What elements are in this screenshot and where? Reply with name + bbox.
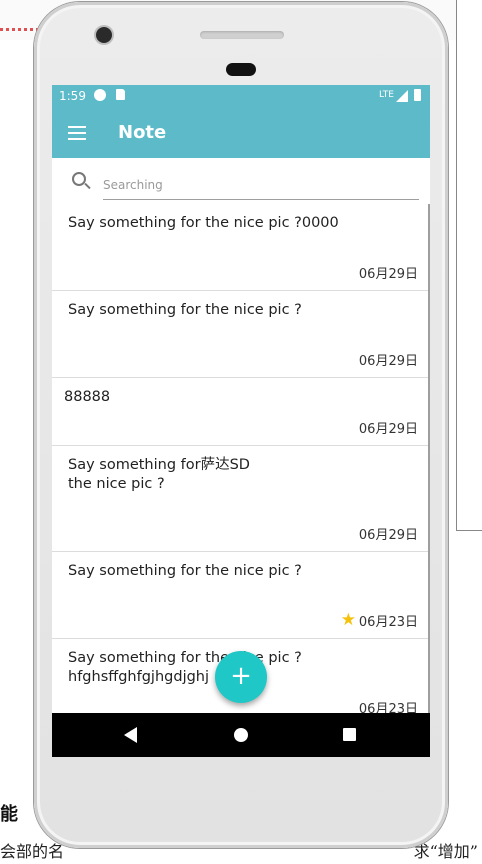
front-camera	[96, 27, 112, 43]
note-text: Say something for the nice pic ? hfghsff…	[68, 650, 302, 685]
sd-card-icon	[116, 89, 125, 100]
note-text: 88888	[64, 389, 111, 405]
add-note-button[interactable]: +	[215, 651, 267, 703]
search-icon[interactable]	[72, 172, 86, 186]
background-heading-fragment: 能	[0, 804, 18, 825]
home-icon[interactable]	[234, 728, 248, 742]
navigation-bar	[52, 713, 430, 757]
battery-icon	[414, 89, 421, 101]
note-date: 06月29日	[358, 528, 418, 543]
note-date: 06月23日	[358, 615, 418, 630]
note-item[interactable]: Say something for萨达SD the nice pic ? 06月…	[52, 446, 428, 552]
proximity-sensor	[226, 63, 256, 76]
phone-screen: 1:59 LTE Note Say something for the nice…	[52, 85, 430, 757]
app-notification-icon	[94, 89, 106, 101]
search-input[interactable]	[103, 171, 419, 200]
search-bar	[52, 158, 430, 204]
note-text: Say something for the nice pic ?	[68, 302, 302, 318]
app-bar: Note	[52, 107, 430, 158]
signal-icon	[396, 90, 408, 102]
network-type: LTE	[379, 90, 394, 100]
note-text: Say something for the nice pic ?	[68, 563, 302, 579]
app-title: Note	[118, 122, 167, 143]
note-item[interactable]: Say something for the nice pic ?0000 06月…	[52, 204, 428, 291]
status-bar: 1:59 LTE	[52, 85, 430, 107]
back-icon[interactable]	[124, 727, 137, 743]
note-date: 06月29日	[358, 354, 418, 369]
star-icon: ★	[340, 610, 356, 630]
hamburger-menu-icon[interactable]	[68, 126, 86, 140]
recent-apps-icon[interactable]	[343, 728, 356, 741]
note-item[interactable]: Say something for the nice pic ? 06月29日	[52, 291, 428, 378]
note-text: Say something for萨达SD the nice pic ?	[68, 457, 250, 492]
note-item[interactable]: 88888 06月29日	[52, 378, 428, 446]
note-list: Say something for the nice pic ?0000 06月…	[52, 204, 430, 726]
background-text-fragment-left: 会部的名	[0, 842, 65, 861]
earpiece-speaker	[200, 31, 284, 39]
list-scrollbar[interactable]	[428, 204, 430, 714]
status-time: 1:59	[59, 89, 86, 103]
note-date: 06月29日	[358, 422, 418, 437]
note-item[interactable]: Say something for the nice pic ? ★ 06月23…	[52, 552, 428, 639]
background-side-panel	[456, 0, 482, 531]
note-text: Say something for the nice pic ?0000	[68, 215, 339, 231]
note-date: 06月29日	[358, 267, 418, 282]
